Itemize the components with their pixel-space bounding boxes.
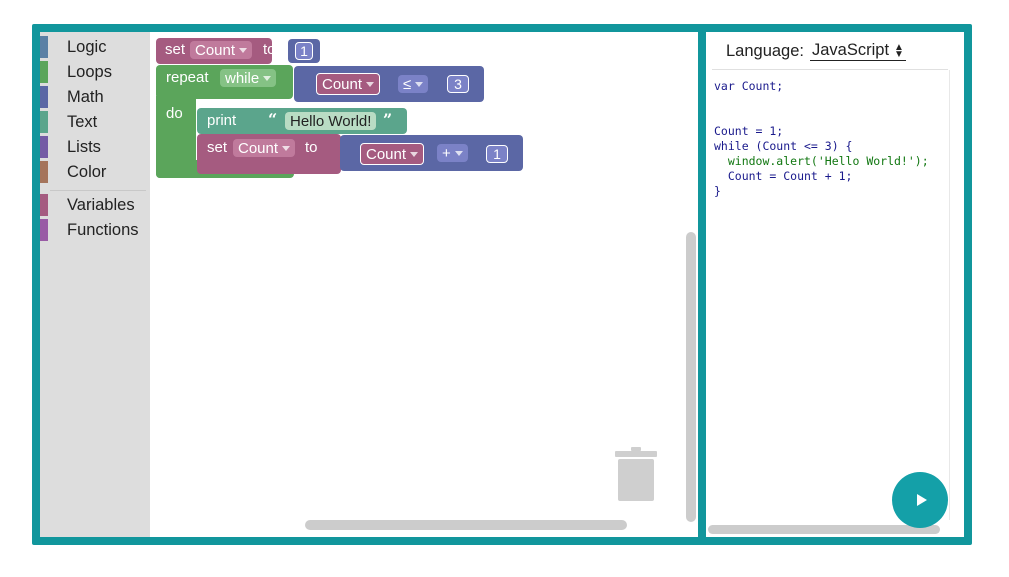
category-label: Functions [67,220,139,239]
toolbox: Logic Loops Math Text Lists Color Variab… [40,32,150,537]
code-line: Count = 1; [714,124,784,138]
chevron-down-icon [454,150,463,156]
code-line: var Count; [714,79,784,93]
language-select[interactable]: JavaScript ▲ ▼ [810,41,906,61]
block-keyword-do: do [166,105,183,122]
block-keyword-to: to [305,139,318,156]
block-keyword-print: print [207,112,237,129]
block-keyword-repeat: repeat [166,69,209,86]
toolbox-category-math[interactable]: Math [40,86,150,108]
category-color-swatch [40,136,48,158]
category-color-swatch [40,111,48,133]
category-color-swatch [40,86,48,108]
code-line: while (Count <= 3) { [714,139,853,153]
arithmetic-operator-dropdown[interactable]: + [437,144,468,162]
toolbox-separator [50,190,146,191]
toolbox-category-logic[interactable]: Logic [40,36,150,58]
compare-operator-dropdown[interactable]: ≤ [398,75,429,93]
category-label: Color [67,162,107,181]
app-frame: Logic Loops Math Text Lists Color Variab… [32,24,972,545]
run-button[interactable] [892,472,948,528]
category-label: Logic [67,37,107,56]
compare-block[interactable]: Count ≤ 3 [294,66,484,102]
close-quote-icon: ” [383,110,393,129]
category-label: Lists [67,137,101,156]
category-color-swatch [40,36,48,58]
language-selector-row: Language: JavaScript ▲ ▼ [726,39,906,63]
code-line: Count = Count + 1; [714,169,853,183]
compare-variable-dropdown[interactable]: Count [316,73,381,95]
toolbox-category-functions[interactable]: Functions [40,219,150,241]
blockly-editor: Logic Loops Math Text Lists Color Variab… [40,32,698,537]
toolbox-category-lists[interactable]: Lists [40,136,150,158]
toolbox-category-color[interactable]: Color [40,161,150,183]
variable-name: Count [322,75,363,93]
category-color-swatch [40,219,48,241]
category-label: Math [67,87,104,106]
loop-mode-dropdown[interactable]: while [220,69,277,87]
operator-value: + [442,144,451,162]
number-field[interactable]: 3 [447,75,469,93]
arithmetic-block[interactable]: Count + 1 [340,135,523,171]
variable-name: Count [366,145,407,163]
toolbox-category-text[interactable]: Text [40,111,150,133]
variable-name: Count [238,139,279,157]
category-color-swatch [40,194,48,216]
print-block[interactable]: print “ Hello World! ” [197,108,407,134]
set-variable-block[interactable]: set Count to [156,38,276,64]
workspace-horizontal-scrollbar[interactable] [305,520,627,530]
variable-dropdown[interactable]: Count [233,139,296,157]
open-quote-icon: “ [268,110,278,129]
play-icon [916,494,927,506]
chevron-down-icon [263,75,272,81]
category-color-swatch [40,61,48,83]
chevron-down-icon [415,81,424,87]
category-label: Loops [67,62,112,81]
language-value: JavaScript [812,41,890,59]
code-line: } [714,184,721,198]
operator-value: ≤ [403,75,412,93]
code-horizontal-scrollbar[interactable] [708,525,940,534]
chevron-down-icon [282,145,291,151]
toolbox-category-loops[interactable]: Loops [40,61,150,83]
chevron-down-icon [239,47,248,53]
set-variable-block[interactable]: set Count to [197,134,341,174]
category-label: Variables [67,195,135,214]
select-arrows-icon: ▲ ▼ [894,41,904,60]
block-keyword-to: to [263,41,276,58]
variable-name: Count [195,41,236,59]
text-field[interactable]: Hello World! [285,112,377,130]
divider [712,69,948,70]
arithmetic-variable-dropdown[interactable]: Count [360,143,425,165]
number-field[interactable]: 1 [295,42,313,60]
number-field[interactable]: 1 [486,145,508,163]
block-keyword-set: set [207,139,228,156]
language-label: Language: [726,41,804,60]
code-line: window.alert('Hello World!'); [714,154,929,168]
category-color-swatch [40,161,48,183]
code-panel: Language: JavaScript ▲ ▼ var Count; Count… [706,32,964,537]
chevron-down-icon [410,151,419,157]
loop-mode-value: while [225,69,260,87]
trash-can-icon[interactable] [615,447,657,503]
block-keyword-set: set [165,41,186,58]
chevron-down-icon [366,81,375,87]
toolbox-category-variables[interactable]: Variables [40,194,150,216]
variable-dropdown[interactable]: Count [190,41,253,59]
repeat-while-block[interactable]: repeat while [156,65,293,99]
number-block[interactable]: 1 [288,39,320,63]
category-label: Text [67,112,98,131]
block-workspace[interactable]: set Count to 1 repeat while do Count ≤ 3… [150,32,698,537]
code-panel-edge [949,70,950,520]
workspace-vertical-scrollbar[interactable] [686,232,696,522]
